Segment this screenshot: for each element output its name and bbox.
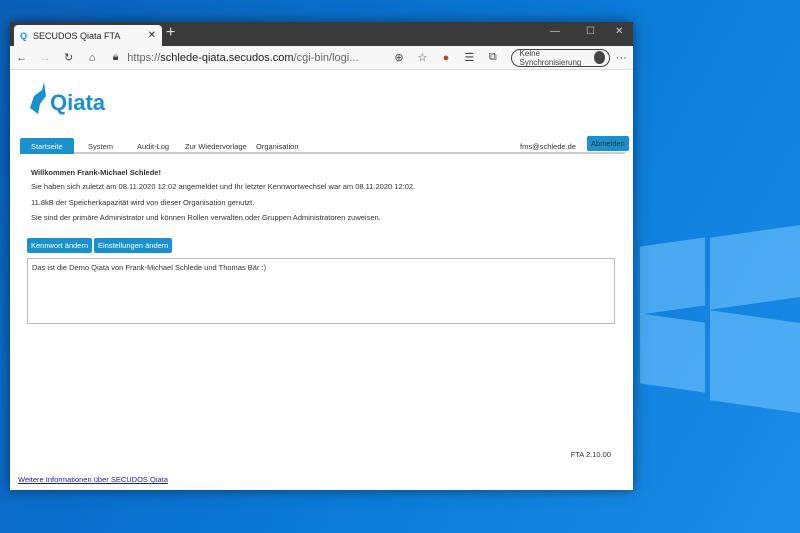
home-icon[interactable]: ⌂ [80,52,103,64]
collections-icon[interactable]: ⧉ [481,51,504,64]
version-label: FTA 2.10.00 [570,450,611,459]
browser-toolbar: ← → ↻ ⌂ 🔒︎ https://schlede-qiata.secudos… [10,46,633,70]
welcome-heading: Willkommen Frank-Michael Schlede! [31,168,161,177]
storage-text: 11.8kB der Speicherkapazität wird von di… [31,198,255,207]
refresh-icon[interactable]: ↻ [57,51,80,64]
favorite-star-icon[interactable]: ☆ [411,51,434,64]
qiata-logo: Qiata [30,82,105,116]
change-settings-button[interactable]: Einstellungen ändern [94,238,173,253]
address-bar[interactable]: https://schlede-qiata.secudos.com/cgi-bi… [127,48,387,68]
more-info-link[interactable]: Weitere Informationen über SECUDOS Qiata [18,475,168,484]
close-tab-icon[interactable]: ✕ [148,30,156,41]
minimize-button[interactable]: — [550,26,560,37]
page-content: Qiata Startseite System Audit-Log Zur Wi… [10,70,633,490]
last-login-text: Sie haben sich zuletzt am 08.11.2020 12:… [31,182,416,191]
windows-logo [640,222,800,530]
main-nav: Startseite System Audit-Log Zur Wiedervo… [20,136,629,154]
avatar [593,51,605,64]
forward-icon[interactable]: → [33,52,56,64]
new-tab-button[interactable]: + [166,24,175,42]
zoom-icon[interactable]: ⊕ [387,51,410,64]
logout-button[interactable]: Abmelden [587,136,629,151]
browser-tab[interactable]: Q SECUDOS Qiata FTA ✕ [14,25,162,46]
title-bar: Q SECUDOS Qiata FTA ✕ + — ☐ ✕ [10,22,633,46]
sync-button[interactable]: Keine Synchronisierung [510,48,610,67]
tab-organisation[interactable]: Organisation [256,142,299,151]
close-window-button[interactable]: ✕ [615,26,623,37]
message-box[interactable]: Das ist die Demo Qiata von Frank-Michael… [27,258,615,324]
tab-startseite[interactable]: Startseite [20,138,74,154]
tab-system[interactable]: System [88,142,113,151]
favorites-icon[interactable]: ☰ [458,51,481,64]
lock-icon: 🔒︎ [112,51,119,63]
browser-window: Q SECUDOS Qiata FTA ✕ + — ☐ ✕ ← → ↻ ⌂ 🔒︎ h… [10,22,633,490]
more-icon[interactable]: ··· [610,52,633,64]
tab-wiedervorlage[interactable]: Zur Wiedervorlage [185,142,247,151]
admin-info-text: Sie sind der primäre Administrator und k… [31,213,381,222]
tab-audit-log[interactable]: Audit-Log [137,142,169,151]
favicon-icon: Q [20,30,28,41]
user-email: fms@schlede.de [520,142,576,151]
maximize-button[interactable]: ☐ [586,26,595,37]
tab-title: SECUDOS Qiata FTA [33,30,121,41]
back-icon[interactable]: ← [10,52,33,64]
change-password-button[interactable]: Kennwort ändern [27,238,93,253]
extension-icon[interactable]: ● [434,52,457,64]
